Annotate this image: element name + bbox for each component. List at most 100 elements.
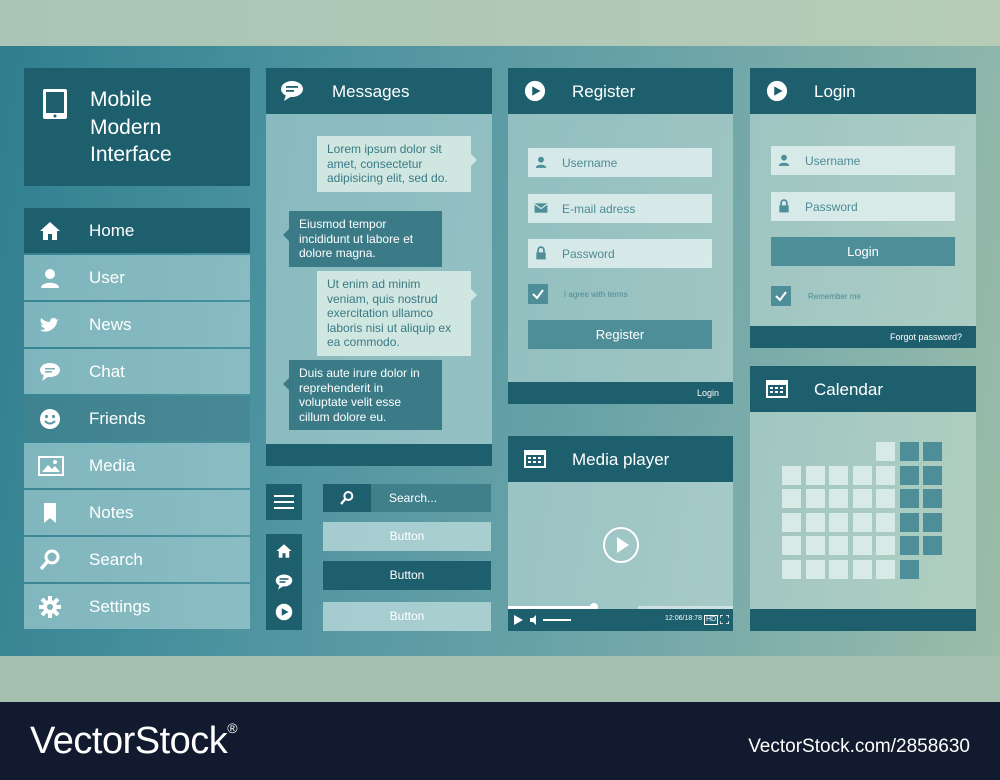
calendar-day-cell[interactable] xyxy=(899,489,919,508)
calendar-day-cell[interactable] xyxy=(782,536,801,555)
message-bubble: Lorem ipsum dolor sit amet, consectetur … xyxy=(317,136,477,192)
menu-item-media[interactable]: Media xyxy=(24,443,250,488)
user-icon xyxy=(38,266,62,290)
menu-item-settings[interactable]: Settings xyxy=(24,584,250,629)
user-icon xyxy=(534,155,548,169)
volume-slider[interactable] xyxy=(543,619,571,621)
calendar-day-cell[interactable] xyxy=(829,465,848,485)
play-icon[interactable] xyxy=(275,603,293,621)
register-email-field[interactable]: E-mail adress xyxy=(528,194,712,223)
menu-item-news[interactable]: News xyxy=(24,302,250,347)
calendar-day-cell[interactable] xyxy=(899,512,919,532)
calendar-day-cell[interactable] xyxy=(805,512,825,532)
calendar-day-cell[interactable] xyxy=(829,536,848,555)
calendar-day-cell[interactable] xyxy=(876,442,895,461)
calendar-day-cell[interactable] xyxy=(852,512,872,532)
calendar-day-cell[interactable] xyxy=(923,536,942,555)
fullscreen-icon[interactable] xyxy=(720,615,729,624)
register-card: Register Username E-mail adress Password… xyxy=(508,68,733,404)
calendar-day-cell[interactable] xyxy=(876,559,895,579)
button-dark[interactable]: Button xyxy=(323,561,491,590)
calendar-day-cell[interactable] xyxy=(782,489,801,508)
menu-item-home[interactable]: Home xyxy=(24,208,250,253)
calendar-day-cell[interactable] xyxy=(876,489,895,508)
volume-icon[interactable] xyxy=(530,615,540,625)
calendar-day-cell[interactable] xyxy=(876,465,895,485)
calendar-icon xyxy=(524,448,546,468)
home-icon[interactable] xyxy=(275,542,293,560)
calendar-day-cell[interactable] xyxy=(852,489,872,508)
hd-icon[interactable]: HD xyxy=(704,615,719,625)
calendar-day-cell[interactable] xyxy=(829,489,848,508)
calendar-day-cell[interactable] xyxy=(852,536,872,555)
field-placeholder: Password xyxy=(805,200,858,214)
login-link[interactable]: Login xyxy=(697,388,719,398)
button-light-1[interactable]: Button xyxy=(323,522,491,551)
button-light-2[interactable]: Button xyxy=(323,602,491,631)
calendar-day-cell[interactable] xyxy=(852,465,872,485)
chat-icon xyxy=(38,360,62,384)
menu-item-label: Friends xyxy=(89,409,146,428)
calendar-day-cell[interactable] xyxy=(923,442,942,461)
calendar-icon xyxy=(766,378,788,398)
login-button[interactable]: Login xyxy=(771,237,955,266)
calendar-day-cell[interactable] xyxy=(899,442,919,461)
calendar-day-cell[interactable] xyxy=(805,536,825,555)
media-title: Media player xyxy=(572,450,670,469)
menu-item-search[interactable]: Search xyxy=(24,537,250,582)
calendar-day-cell[interactable] xyxy=(899,559,919,579)
brand-tile: Mobile Modern Interface xyxy=(24,68,250,186)
calendar-header: Calendar xyxy=(750,366,976,412)
calendar-day-cell[interactable] xyxy=(782,465,801,485)
calendar-day-cell[interactable] xyxy=(829,559,848,579)
remember-checkbox[interactable] xyxy=(771,286,791,306)
calendar-day-cell[interactable] xyxy=(876,536,895,555)
calendar-day-cell[interactable] xyxy=(805,489,825,508)
messages-footer xyxy=(266,444,492,466)
calendar-day-cell[interactable] xyxy=(923,512,942,532)
register-username-field[interactable]: Username xyxy=(528,148,712,177)
register-button[interactable]: Register xyxy=(528,320,712,349)
search-input[interactable]: Search... xyxy=(371,484,491,512)
terms-checkbox[interactable] xyxy=(528,284,548,304)
icon-bar xyxy=(266,534,302,630)
messages-title: Messages xyxy=(332,82,410,101)
search-icon xyxy=(339,490,355,506)
menu-item-notes[interactable]: Notes xyxy=(24,490,250,535)
play-button[interactable] xyxy=(602,526,640,564)
forgot-password-link[interactable]: Forgot password? xyxy=(890,332,962,342)
login-username-field[interactable]: Username xyxy=(771,146,955,175)
search-button[interactable] xyxy=(323,484,371,512)
calendar-day-cell[interactable] xyxy=(852,559,872,579)
calendar-day-cell[interactable] xyxy=(876,512,895,532)
chat-icon[interactable] xyxy=(275,573,293,591)
calendar-day-cell[interactable] xyxy=(923,465,942,485)
hamburger-button[interactable] xyxy=(266,484,302,520)
login-card: Login Username Password Login Remember m… xyxy=(750,68,976,348)
bottom-strip xyxy=(0,656,1000,702)
envelope-icon xyxy=(534,201,548,215)
chat-icon xyxy=(280,80,304,102)
check-icon xyxy=(775,291,787,302)
menu-item-label: News xyxy=(89,315,132,334)
calendar-day-cell[interactable] xyxy=(782,559,801,579)
menu-icon xyxy=(274,494,294,510)
home-icon xyxy=(38,219,62,243)
calendar-day-cell[interactable] xyxy=(805,465,825,485)
field-placeholder: Username xyxy=(805,154,861,168)
bookmark-icon xyxy=(38,501,62,525)
menu-item-chat[interactable]: Chat xyxy=(24,349,250,394)
calendar-day-cell[interactable] xyxy=(805,559,825,579)
menu-item-user[interactable]: User xyxy=(24,255,250,300)
login-password-field[interactable]: Password xyxy=(771,192,955,221)
menu-item-friends[interactable]: Friends xyxy=(24,396,250,441)
login-title: Login xyxy=(814,82,856,101)
play-icon[interactable] xyxy=(514,615,523,625)
calendar-day-cell[interactable] xyxy=(923,489,942,508)
calendar-day-cell[interactable] xyxy=(782,512,801,532)
register-password-field[interactable]: Password xyxy=(528,239,712,268)
calendar-day-cell[interactable] xyxy=(899,465,919,485)
calendar-day-cell[interactable] xyxy=(899,536,919,555)
calendar-footer xyxy=(750,609,976,631)
calendar-day-cell[interactable] xyxy=(829,512,848,532)
